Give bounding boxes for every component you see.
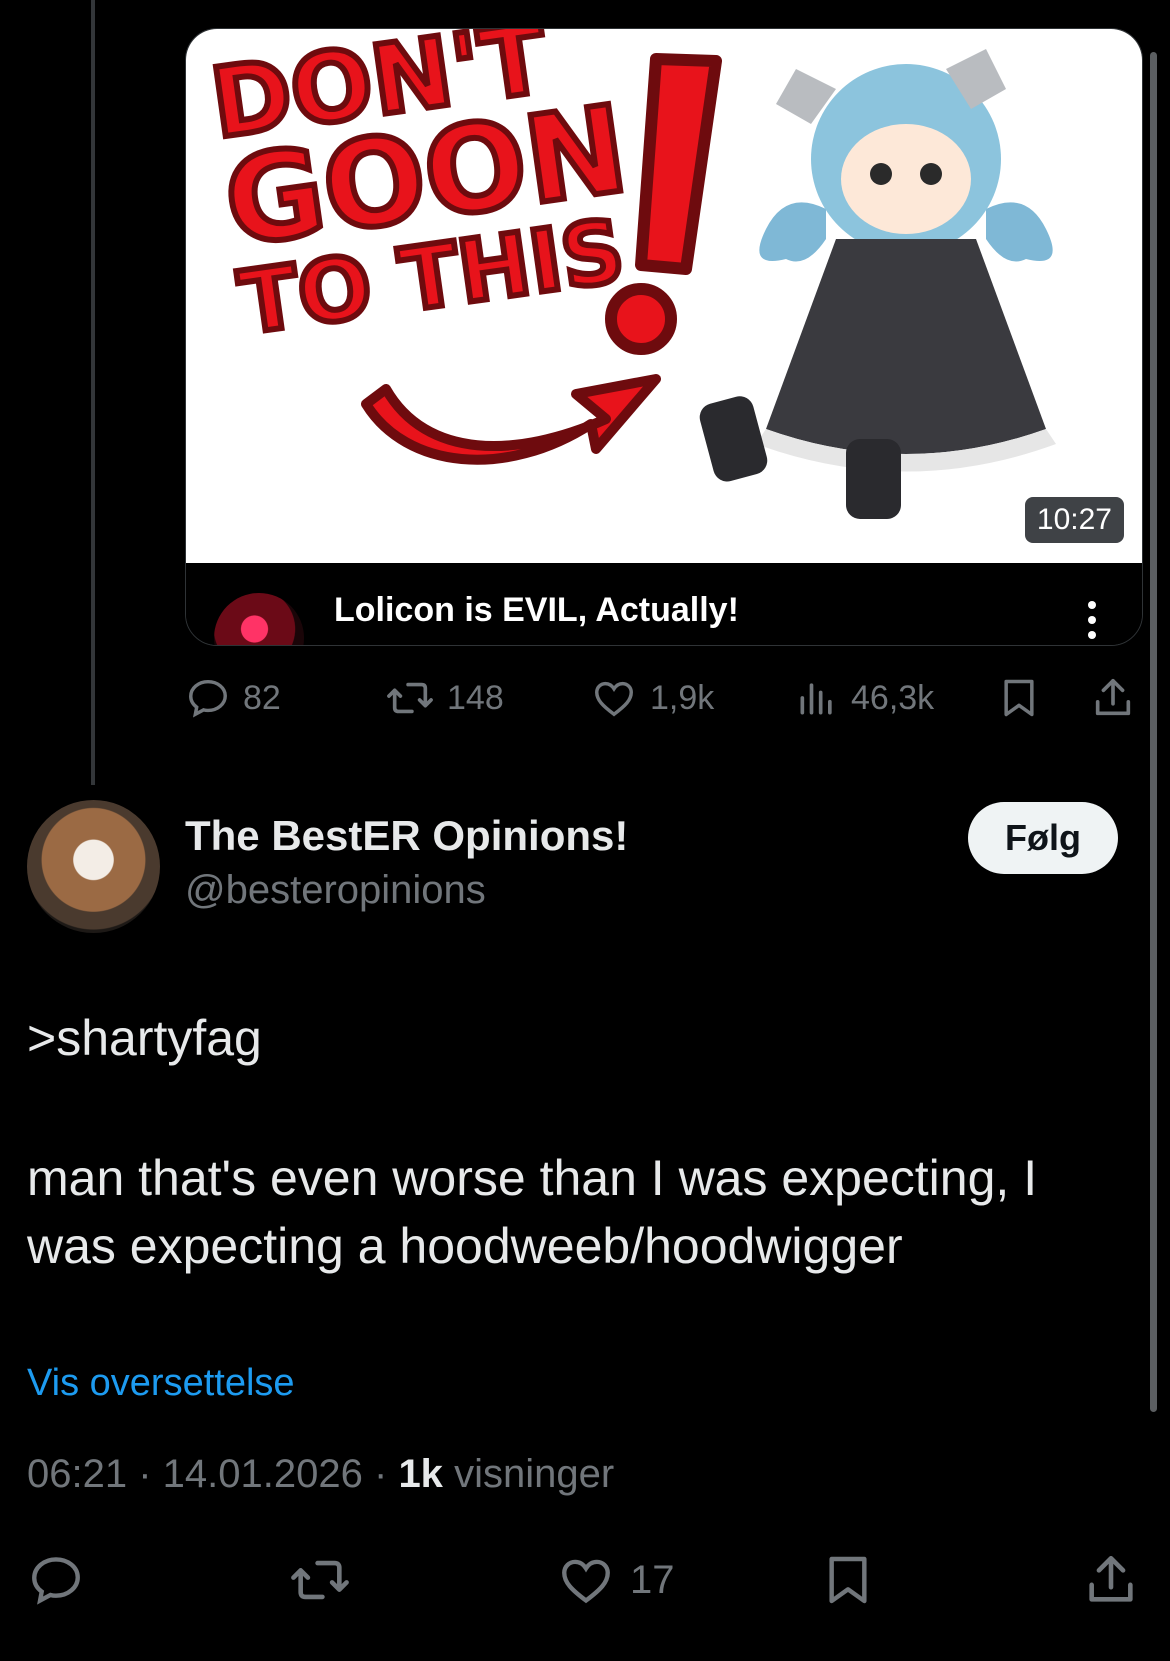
- bookmark-button[interactable]: [820, 1540, 890, 1620]
- share-button[interactable]: [1082, 1540, 1154, 1620]
- bookmark-icon: [1004, 679, 1034, 717]
- meta-separator: ·: [138, 1452, 163, 1496]
- scrollbar[interactable]: [1150, 52, 1157, 1412]
- bookmark-stat[interactable]: [997, 668, 1053, 728]
- bookmark-icon: [829, 1556, 867, 1604]
- reply-count: 82: [243, 678, 281, 717]
- tweet-action-bar: 17: [0, 1540, 1170, 1620]
- video-thumbnail[interactable]: DON'T GOON TO THIS 10:27: [186, 29, 1142, 563]
- tweet-date[interactable]: 14.01.2026: [163, 1452, 363, 1496]
- author-name[interactable]: The BestER Opinions!: [185, 812, 628, 860]
- follow-button[interactable]: Følg: [968, 802, 1118, 874]
- share-icon: [1095, 678, 1131, 716]
- video-card[interactable]: DON'T GOON TO THIS 10:27 Lolicon is EVIL…: [185, 28, 1143, 646]
- author-handle[interactable]: @besteropinions: [185, 868, 486, 913]
- tweet-views-count: 1k: [398, 1452, 443, 1496]
- thread-line: [91, 0, 95, 785]
- analytics-icon: [800, 683, 832, 715]
- character-figure: [699, 49, 1056, 519]
- repost-icon: [387, 682, 433, 714]
- meta-separator: ·: [374, 1452, 399, 1496]
- share-icon: [1089, 1555, 1133, 1602]
- heart-icon: [595, 681, 633, 717]
- repost-icon: [291, 1560, 349, 1600]
- channel-avatar[interactable]: [214, 593, 304, 645]
- reply-icon: [32, 1557, 80, 1605]
- parent-tweet-stats: 82 148 1,9k 46,3k: [185, 668, 1145, 728]
- tweet-text-line: man that's even worse than I was expecti…: [27, 1150, 1038, 1206]
- tweet-text-line: >shartyfag: [27, 1010, 262, 1066]
- translate-link[interactable]: Vis oversettelse: [27, 1362, 295, 1405]
- tweet-views-label: visninger: [454, 1452, 615, 1496]
- like-count: 1,9k: [650, 678, 715, 717]
- video-title[interactable]: Lolicon is EVIL, Actually!: [334, 591, 739, 630]
- reply-icon: [189, 679, 227, 718]
- like-stat[interactable]: 1,9k: [590, 668, 714, 728]
- author-avatar[interactable]: [27, 800, 160, 933]
- share-stat[interactable]: [1090, 668, 1148, 728]
- like-button[interactable]: 17: [556, 1540, 675, 1620]
- views-stat[interactable]: 46,3k: [795, 668, 934, 728]
- more-options-icon[interactable]: [1088, 601, 1096, 645]
- reply-stat[interactable]: 82: [185, 668, 281, 728]
- arrow-graphic: [361, 374, 661, 465]
- repost-stat[interactable]: 148: [385, 668, 504, 728]
- tweet-meta: 06:21 · 14.01.2026 · 1k visninger: [27, 1452, 614, 1497]
- reply-button[interactable]: [27, 1540, 99, 1620]
- views-count: 46,3k: [851, 678, 935, 717]
- like-count: 17: [630, 1557, 675, 1602]
- tweet-time[interactable]: 06:21: [27, 1452, 127, 1496]
- thumbnail-caption: DON'T GOON TO THIS: [202, 29, 702, 357]
- repost-button[interactable]: [288, 1540, 366, 1620]
- heart-icon: [562, 1559, 610, 1604]
- repost-count: 148: [447, 678, 504, 717]
- video-duration: 10:27: [1024, 497, 1124, 543]
- tweet-text-line: was expecting a hoodweeb/hoodwigger: [27, 1218, 903, 1274]
- video-footer: Lolicon is EVIL, Actually!: [186, 563, 1142, 645]
